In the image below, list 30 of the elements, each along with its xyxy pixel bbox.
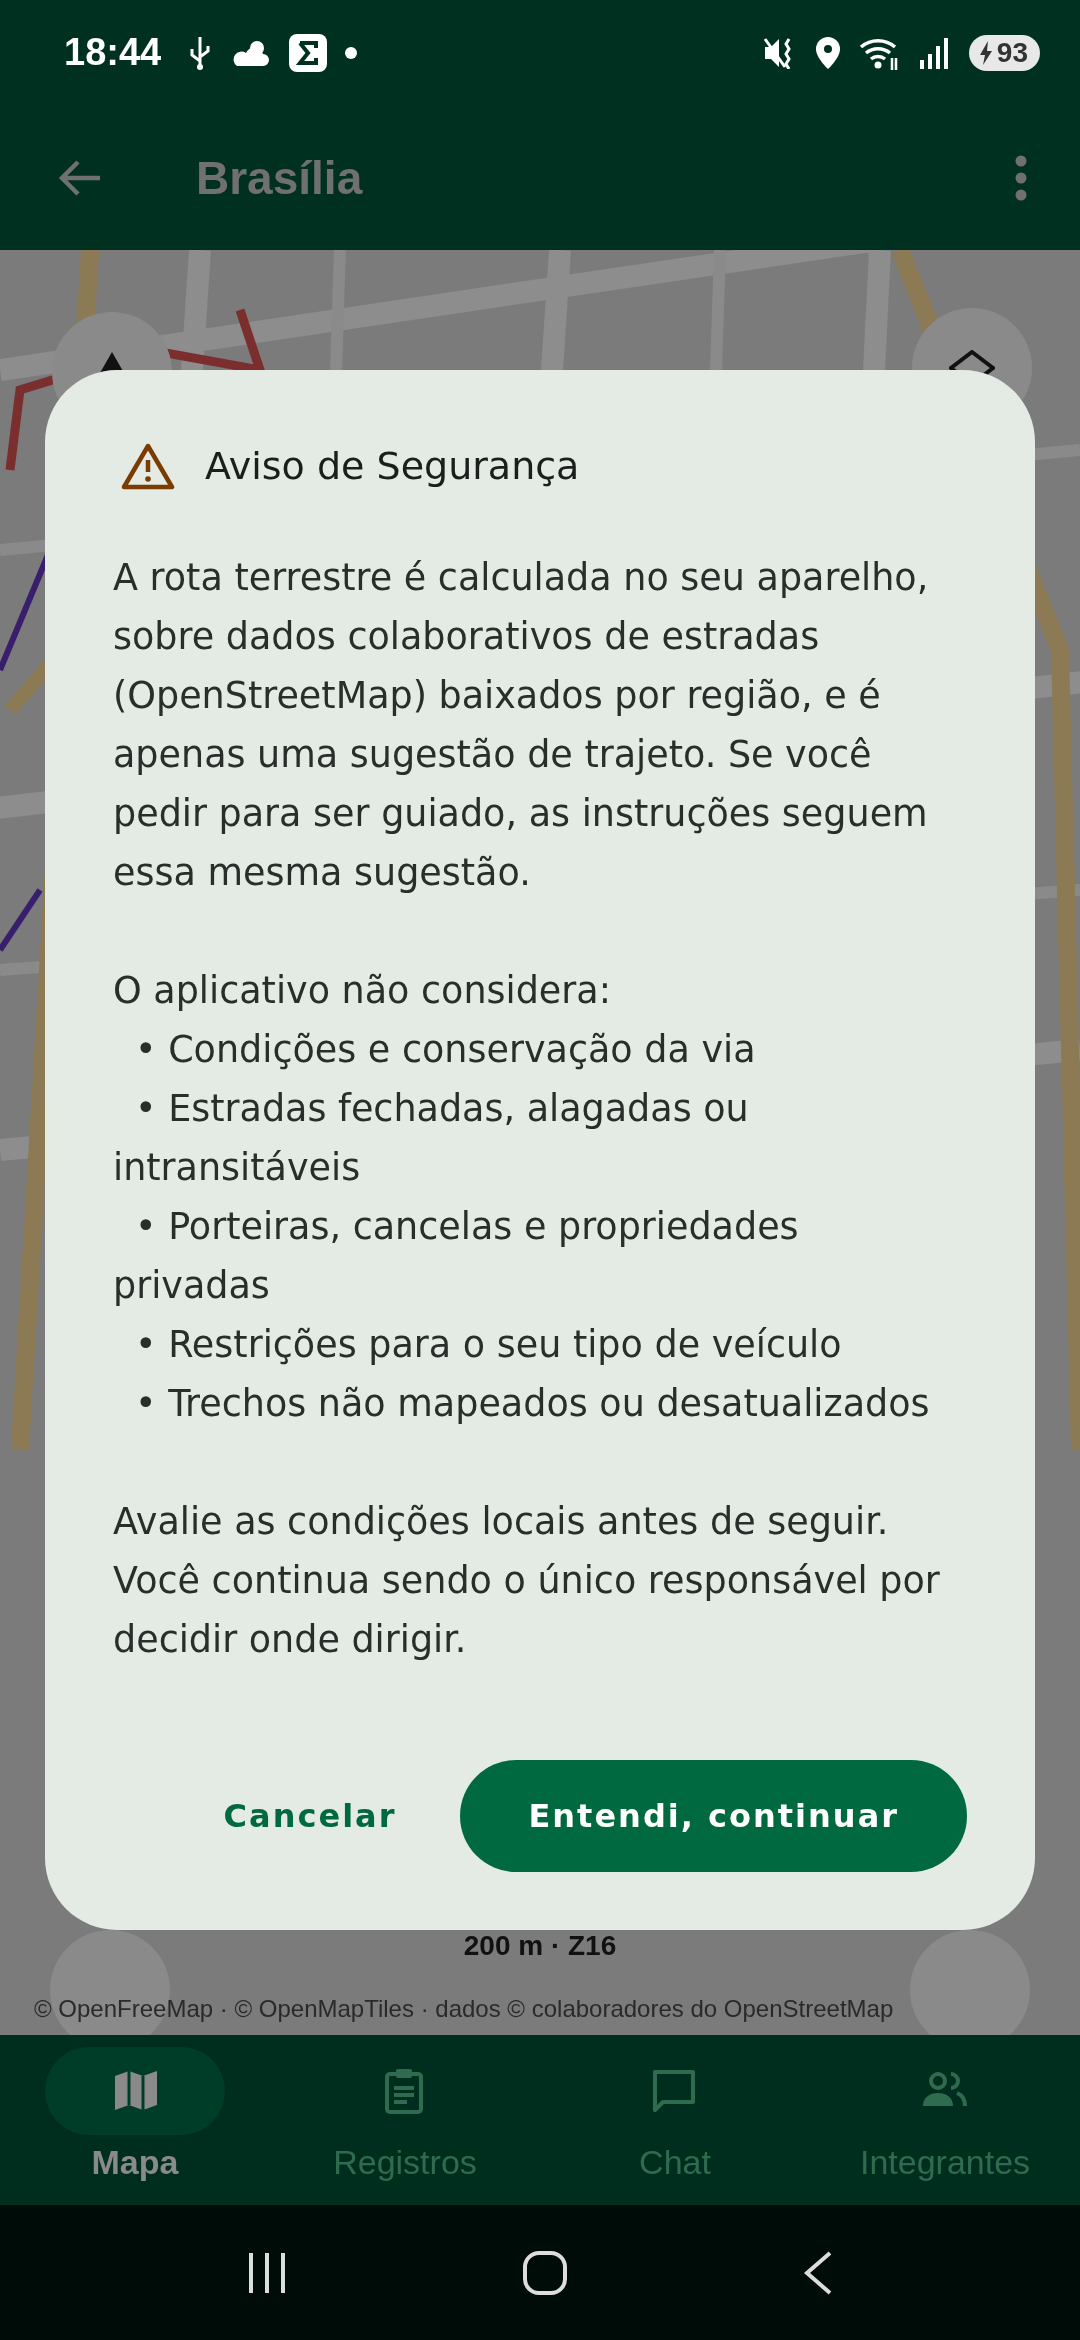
clock: 18:44: [64, 31, 162, 74]
body-text: Avalie as condições locais antes de seguir. Você continua sendo o único responsável por decidir onde dirigir.: [113, 1499, 941, 1663]
sigma-icon: [289, 33, 328, 72]
map-attribution: © OpenFreeMap · © OpenMapTiles · dados © colaboradores do OpenStreetMap: [34, 1995, 894, 2023]
list-heading: O aplicativo não considera:: [113, 968, 612, 1014]
location-icon: [814, 35, 841, 70]
warning-icon: [121, 442, 175, 490]
nav-tab[interactable]: Registros: [270, 2035, 540, 2205]
confirm-button[interactable]: Entendi, continuar: [460, 1760, 967, 1872]
list-item: • Restrições para o seu tipo de veículo: [134, 1322, 843, 1368]
home-icon[interactable]: [522, 2249, 568, 2296]
cancel-button[interactable]: Cancelar: [199, 1760, 421, 1872]
nav-tab[interactable]: Integrantes: [810, 2035, 1080, 2205]
nav-tab[interactable]: Mapa: [0, 2035, 270, 2205]
screen-title: Brasília: [196, 150, 364, 205]
bolt-icon: [978, 40, 993, 65]
list-item: • Condições e conservação da via: [134, 1027, 757, 1073]
body-text: A rota terrestre é calculada no seu aparelho, sobre dados colaborativos de estradas (OpenStreetMap) baixados por região, e é apenas uma sugestão de trajeto. Se você pedir para ser guiado, as instruções seguem essa mesma sugestão.: [113, 555, 930, 896]
list-item: • Porteiras, cancelas e propriedades privadas: [113, 1204, 800, 1309]
signal-icon: [918, 35, 951, 70]
back-icon[interactable]: [802, 2249, 833, 2296]
more-options-icon[interactable]: [1014, 154, 1028, 201]
dot-icon: [345, 46, 358, 59]
recent-apps-icon[interactable]: [247, 2250, 288, 2295]
battery-indicator: 93: [968, 34, 1040, 71]
dialog-title: Aviso de Segurança: [205, 444, 580, 488]
nav-tab[interactable]: Chat: [540, 2035, 810, 2205]
list-item: • Estradas fechadas, alagadas ou intransitáveis: [113, 1086, 750, 1191]
map-scale-label: 200 m · Z16: [462, 1930, 618, 1962]
list-item: • Trechos não mapeados ou desatualizados: [134, 1381, 931, 1427]
